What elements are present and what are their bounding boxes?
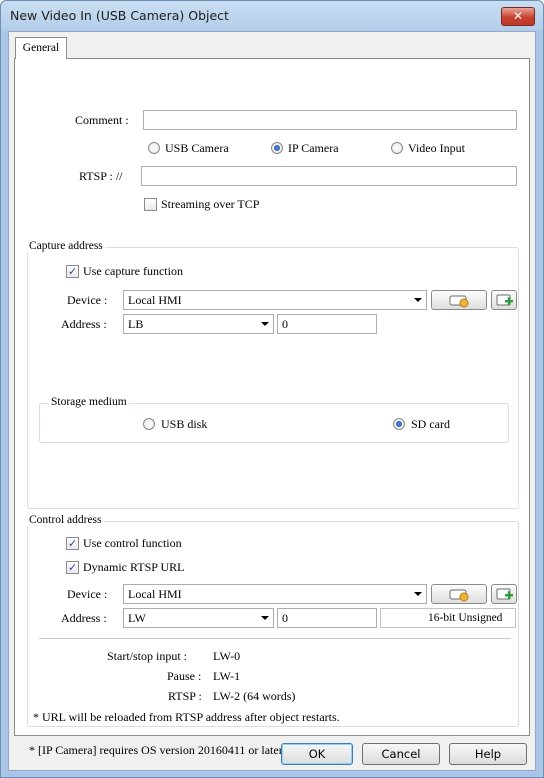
pause-label: Pause :	[167, 669, 202, 683]
help-button[interactable]: Help	[449, 743, 527, 765]
ip-camera-os-note: * [IP Camera] requires OS version 201604…	[29, 743, 286, 757]
close-icon: ✕	[512, 9, 524, 23]
title-bar[interactable]: New Video In (USB Camera) Object ✕	[1, 1, 543, 31]
comment-input[interactable]	[143, 110, 517, 130]
rtsp-words-value: LW-2 (64 words)	[213, 689, 296, 703]
control-format-field: 16-bit Unsigned	[380, 608, 516, 628]
add-device-icon	[496, 588, 513, 600]
storage-medium-title: Storage medium	[49, 396, 129, 408]
control-device-settings-button[interactable]	[431, 584, 487, 604]
dynamic-rtsp-checkbox[interactable]: ✓	[66, 561, 79, 574]
help-button-label: Help	[474, 747, 502, 761]
capture-address-input[interactable]: 0	[277, 314, 377, 334]
tab-general[interactable]: General	[15, 37, 67, 59]
dialog-client: General Comment : USB Camera IP Camera V…	[8, 31, 536, 771]
capture-address-label: Address :	[61, 317, 107, 331]
control-address-label: Address :	[61, 611, 107, 625]
use-control-label: Use control function	[83, 536, 182, 550]
cancel-button[interactable]: Cancel	[362, 743, 440, 765]
control-address-title: Control address	[27, 514, 104, 526]
capture-address-title: Capture address	[27, 240, 105, 252]
streaming-tcp-label: Streaming over TCP	[161, 197, 260, 211]
control-device-value: Local HMI	[128, 587, 182, 601]
usb-camera-radio[interactable]	[148, 142, 160, 154]
use-capture-label: Use capture function	[83, 264, 183, 278]
comment-label: Comment :	[75, 113, 129, 127]
rtsp-words-label: RTSP :	[168, 689, 202, 703]
ok-button-label: OK	[308, 747, 326, 761]
control-address-type-select[interactable]: LW	[123, 608, 274, 628]
use-control-checkbox[interactable]: ✓	[66, 537, 79, 550]
ip-camera-radio[interactable]	[271, 142, 283, 154]
usb-disk-radio[interactable]	[143, 418, 155, 430]
add-device-icon	[496, 294, 513, 306]
sd-card-radio[interactable]	[393, 418, 405, 430]
chevron-down-icon	[414, 298, 422, 302]
chevron-down-icon	[261, 322, 269, 326]
dialog-window: New Video In (USB Camera) Object ✕ Gener…	[0, 0, 544, 778]
control-address-value: 0	[282, 611, 288, 625]
settings-icon	[449, 295, 469, 308]
capture-add-device-button[interactable]	[491, 290, 517, 310]
tab-general-label: General	[22, 42, 60, 54]
control-address-type-value: LW	[128, 611, 146, 625]
close-button[interactable]: ✕	[501, 7, 535, 26]
window-title: New Video In (USB Camera) Object	[10, 8, 229, 23]
capture-device-value: Local HMI	[128, 293, 182, 307]
capture-device-settings-button[interactable]	[431, 290, 487, 310]
control-device-select[interactable]: Local HMI	[123, 584, 427, 604]
rtsp-label: RTSP : //	[79, 169, 123, 183]
control-format-value: 16-bit Unsigned	[428, 612, 503, 624]
control-add-device-button[interactable]	[491, 584, 517, 604]
streaming-tcp-checkbox[interactable]	[144, 198, 157, 211]
capture-address-type-value: LB	[128, 317, 144, 331]
ok-button[interactable]: OK	[281, 743, 353, 765]
video-input-radio[interactable]	[391, 142, 403, 154]
video-input-label: Video Input	[408, 141, 465, 155]
control-separator	[39, 638, 511, 639]
dynamic-rtsp-label: Dynamic RTSP URL	[83, 560, 185, 574]
cancel-button-label: Cancel	[381, 747, 421, 761]
start-stop-value: LW-0	[213, 649, 241, 663]
start-stop-label: Start/stop input :	[107, 649, 188, 663]
use-capture-checkbox[interactable]: ✓	[66, 265, 79, 278]
ip-camera-label: IP Camera	[288, 141, 339, 155]
capture-address-type-select[interactable]: LB	[123, 314, 274, 334]
pause-value: LW-1	[213, 669, 241, 683]
chevron-down-icon	[414, 592, 422, 596]
capture-device-label: Device :	[67, 293, 108, 307]
capture-address-group	[27, 247, 519, 509]
url-reload-note: * URL will be reloaded from RTSP address…	[33, 710, 340, 724]
capture-address-value: 0	[282, 317, 288, 331]
usb-camera-label: USB Camera	[165, 141, 229, 155]
control-address-input[interactable]: 0	[277, 608, 377, 628]
control-device-label: Device :	[67, 587, 108, 601]
capture-device-select[interactable]: Local HMI	[123, 290, 427, 310]
rtsp-input[interactable]	[141, 166, 517, 186]
general-panel: Comment : USB Camera IP Camera Video Inp…	[14, 58, 530, 757]
settings-icon	[449, 589, 469, 602]
usb-disk-label: USB disk	[161, 417, 208, 431]
sd-card-label: SD card	[411, 417, 450, 431]
chevron-down-icon	[261, 616, 269, 620]
